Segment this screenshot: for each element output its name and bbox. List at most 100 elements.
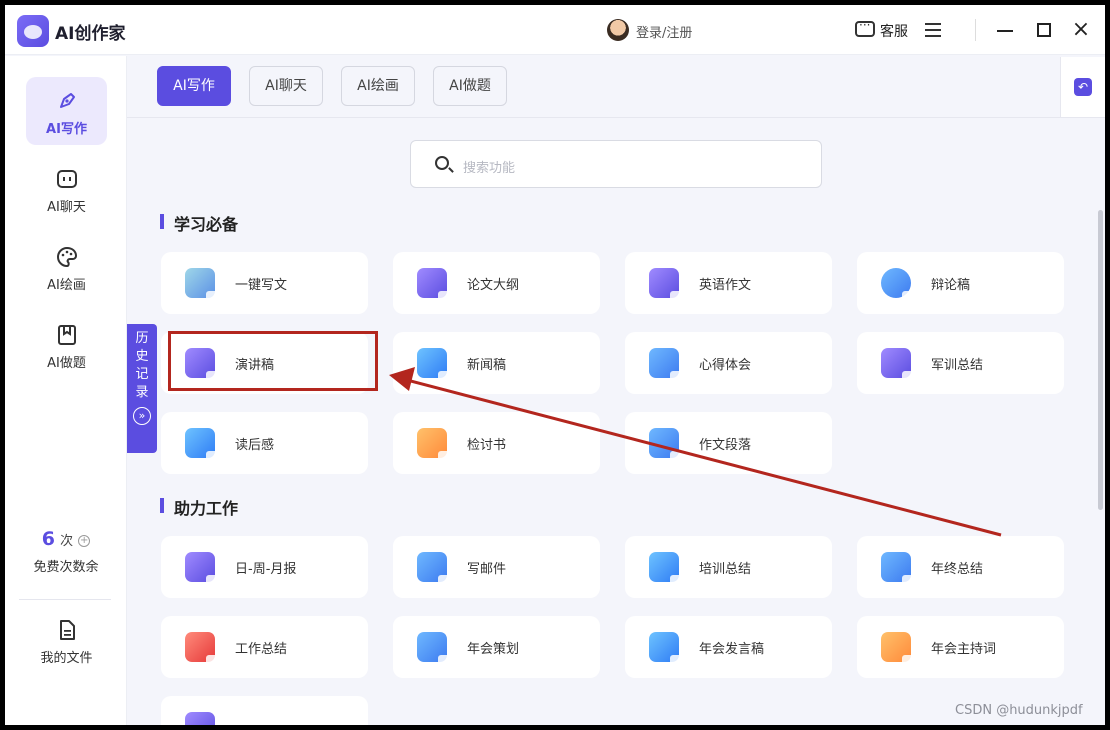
- card-annual-meeting-speech[interactable]: 年会发言稿: [625, 616, 832, 678]
- card-label: 新闻稿: [467, 358, 507, 373]
- card-partially-visible[interactable]: [161, 696, 368, 725]
- card-news-release[interactable]: 新闻稿: [393, 332, 600, 394]
- host-script-icon: [881, 632, 915, 666]
- hamburger-menu-icon[interactable]: [925, 23, 941, 37]
- sidebar-item-label: AI做题: [47, 356, 86, 371]
- card-label: 日-周-月报: [235, 562, 297, 577]
- history-tab-char: 录: [135, 385, 149, 400]
- sidebar-item-label: AI绘画: [47, 278, 86, 293]
- card-english-essay[interactable]: 英语作文: [625, 252, 832, 314]
- card-label: 心得体会: [699, 358, 752, 373]
- image-doc-icon: [185, 268, 219, 302]
- file-icon: [59, 620, 75, 640]
- card-year-end-summary[interactable]: 年终总结: [857, 536, 1064, 598]
- customer-service-button[interactable]: 客服: [880, 21, 908, 41]
- paragraph-icon: [649, 428, 683, 462]
- sidebar-item-ai-writing[interactable]: AI写作: [26, 77, 107, 145]
- my-files-label: 我的文件: [40, 651, 93, 666]
- sidebar-item-ai-painting[interactable]: AI绘画: [26, 233, 107, 301]
- email-doc-icon: [417, 552, 451, 586]
- card-one-click-write[interactable]: 一键写文: [161, 252, 368, 314]
- card-label: 作文段落: [699, 438, 752, 453]
- tab-ai-writing[interactable]: AI写作: [157, 66, 231, 106]
- sidebar: AI写作 AI聊天 AI绘画 AI做题 6 次 + 免费次数余 我的文件: [5, 56, 127, 725]
- card-daily-weekly-monthly-report[interactable]: 日-周-月报: [161, 536, 368, 598]
- close-button[interactable]: ×: [1071, 18, 1091, 42]
- avatar[interactable]: [607, 19, 629, 41]
- pen-icon: [59, 93, 75, 108]
- doc-icon: [185, 712, 215, 725]
- card-label: 辩论稿: [931, 278, 971, 293]
- card-essay-paragraph[interactable]: 作文段落: [625, 412, 832, 474]
- card-label: 英语作文: [699, 278, 752, 293]
- tab-ai-quiz[interactable]: AI做题: [433, 66, 507, 106]
- minimize-button[interactable]: [997, 30, 1013, 32]
- card-label: 年终总结: [931, 562, 984, 577]
- app-window: AI创作家 登录/注册 客服 × AI写作 AI聊天: [5, 5, 1105, 725]
- card-thesis-outline[interactable]: 论文大纲: [393, 252, 600, 314]
- annotation-highlight-box: [168, 331, 378, 391]
- news-doc-icon: [417, 348, 451, 382]
- card-label: 年会主持词: [931, 642, 997, 657]
- history-tab-char: 记: [135, 367, 149, 382]
- return-icon: ↶: [1074, 78, 1092, 96]
- customer-service-icon[interactable]: [855, 18, 875, 37]
- card-work-summary[interactable]: 工作总结: [161, 616, 368, 678]
- card-write-email[interactable]: 写邮件: [393, 536, 600, 598]
- card-label: 年会发言稿: [699, 642, 765, 657]
- card-label: 年会策划: [467, 642, 520, 657]
- add-quota-icon[interactable]: +: [78, 534, 91, 547]
- card-label: 检讨书: [467, 438, 507, 453]
- sidebar-item-label: AI写作: [46, 122, 87, 137]
- chat-bot-icon: [56, 170, 77, 188]
- titlebar-divider: [975, 19, 976, 41]
- sidebar-item-ai-quiz[interactable]: AI做题: [26, 311, 107, 379]
- card-military-training-summary[interactable]: 军训总结: [857, 332, 1064, 394]
- history-tab-char: 历: [135, 331, 149, 346]
- card-book-review[interactable]: 读后感: [161, 412, 368, 474]
- login-register-link[interactable]: 登录/注册: [636, 22, 692, 41]
- card-label: 写邮件: [467, 562, 507, 577]
- card-self-criticism[interactable]: 检讨书: [393, 412, 600, 474]
- report-icon: [185, 552, 219, 586]
- work-summary-icon: [185, 632, 219, 666]
- back-button[interactable]: ↶: [1060, 57, 1105, 117]
- card-debate-speech[interactable]: 辩论稿: [857, 252, 1064, 314]
- section-title-study: 学习必备: [160, 211, 238, 235]
- debate-icon: [881, 268, 915, 302]
- my-files-button[interactable]: 我的文件: [26, 619, 107, 666]
- search-icon: [435, 156, 449, 170]
- plan-icon: [417, 632, 451, 666]
- quota-unit: 次: [60, 534, 74, 549]
- sidebar-divider: [19, 599, 111, 600]
- card-label: 军训总结: [931, 358, 984, 373]
- card-label: 论文大纲: [467, 278, 520, 293]
- review-doc-icon: [417, 428, 451, 462]
- card-label: 培训总结: [699, 562, 752, 577]
- quota-count: 6: [41, 528, 56, 550]
- card-reflections[interactable]: 心得体会: [625, 332, 832, 394]
- tab-ai-chat[interactable]: AI聊天: [249, 66, 323, 106]
- app-logo-icon: [17, 15, 49, 47]
- year-end-icon: [881, 552, 915, 586]
- card-training-summary[interactable]: 培训总结: [625, 536, 832, 598]
- text-doc-icon: [649, 348, 683, 382]
- watermark: CSDN @hudunkjpdf: [955, 703, 1083, 718]
- summary-chart-icon: [881, 348, 915, 382]
- play-doc-icon: [185, 428, 219, 462]
- history-tab[interactable]: 历 史 记 录 »: [127, 324, 157, 453]
- top-tabs: AI写作 AI聊天 AI绘画 AI做题: [127, 56, 1105, 118]
- card-annual-meeting-plan[interactable]: 年会策划: [393, 616, 600, 678]
- card-annual-meeting-host-script[interactable]: 年会主持词: [857, 616, 1064, 678]
- card-label: 读后感: [235, 438, 275, 453]
- english-doc-icon: [649, 268, 683, 302]
- maximize-button[interactable]: [1037, 23, 1051, 37]
- main-scrollbar[interactable]: [1098, 210, 1103, 510]
- section-title-work: 助力工作: [160, 495, 238, 519]
- title-bar: AI创作家 登录/注册 客服 ×: [5, 5, 1105, 55]
- search-input[interactable]: 搜索功能: [410, 140, 822, 188]
- training-chart-icon: [649, 552, 683, 586]
- sidebar-item-ai-chat[interactable]: AI聊天: [26, 155, 107, 223]
- tab-ai-painting[interactable]: AI绘画: [341, 66, 415, 106]
- expand-icon[interactable]: »: [133, 407, 151, 425]
